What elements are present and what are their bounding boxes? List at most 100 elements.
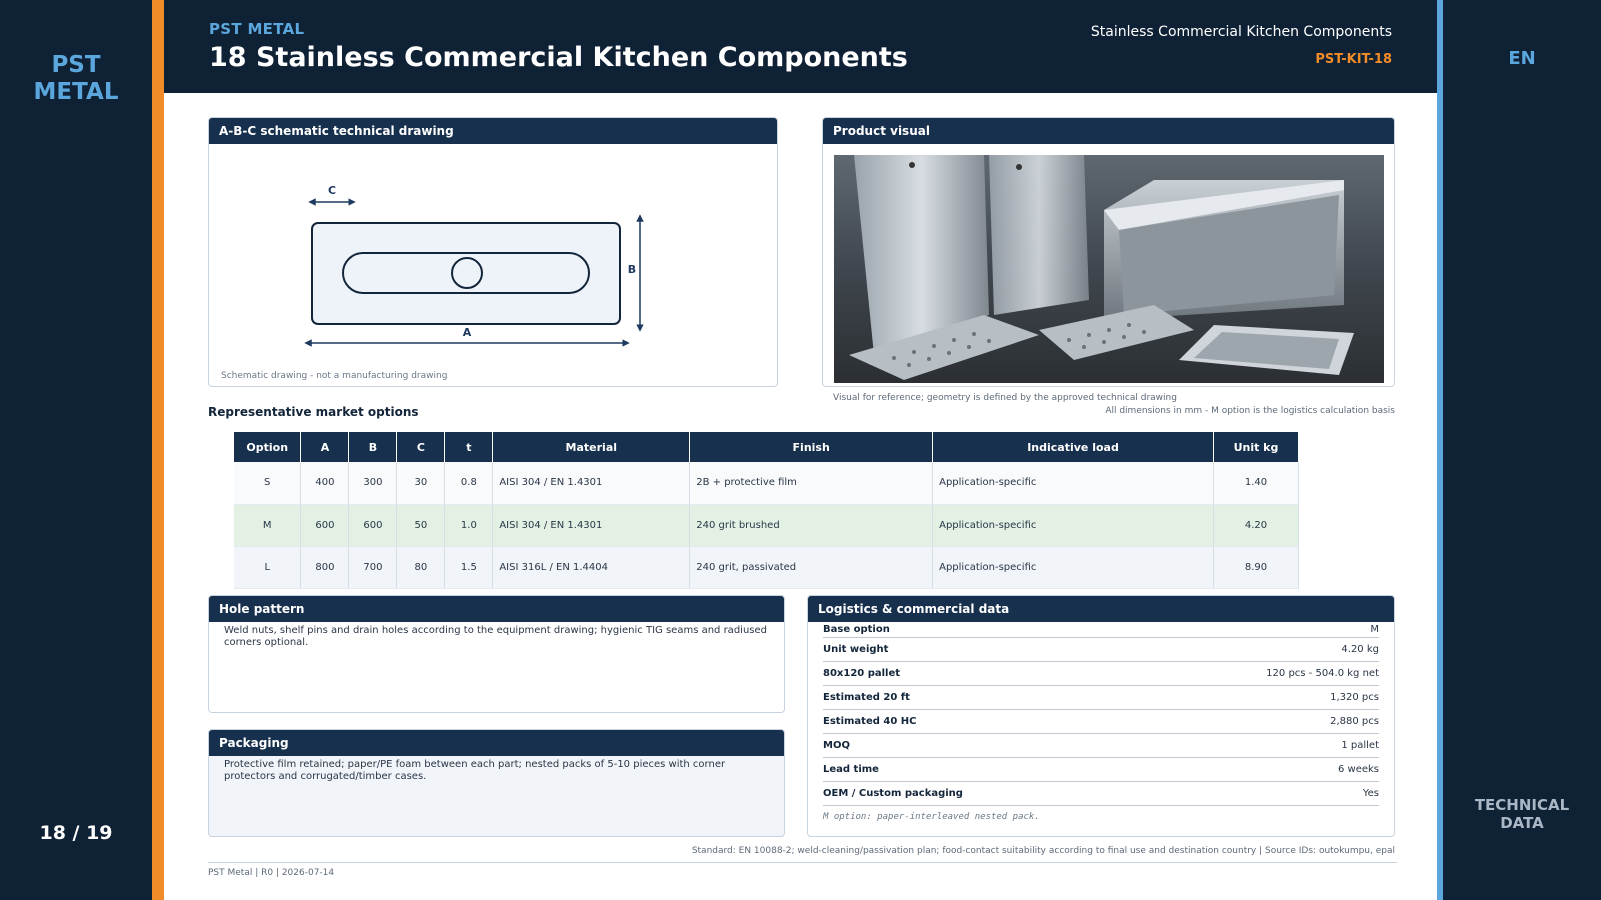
section-label: TECHNICAL DATA <box>1443 796 1601 832</box>
logistics-value: 2,880 pcs <box>1330 716 1379 727</box>
col-header-a: A <box>300 432 350 462</box>
right-sidebar <box>1443 0 1601 900</box>
logistics-value: Yes <box>1362 788 1379 799</box>
logistics-value: 120 pcs - 504.0 kg net <box>1266 668 1379 679</box>
logistics-row: OEM / Custom packaging Yes <box>823 782 1379 806</box>
visual-note: Visual for reference; geometry is define… <box>833 393 1177 403</box>
cell-c: 80 <box>396 546 446 589</box>
logistics-value: M <box>1370 624 1379 635</box>
logistics-key: OEM / Custom packaging <box>823 788 963 799</box>
product-photo-illustration <box>834 155 1384 383</box>
brand-logo: PST METAL <box>0 52 152 106</box>
col-header-material: Material <box>492 432 691 462</box>
product-code: PST-KIT-18 <box>1315 52 1392 67</box>
drawing-panel: A-B-C schematic technical drawing C B A … <box>208 117 778 387</box>
logistics-row: Base option M <box>823 622 1379 638</box>
brand-logo-line2: METAL <box>33 79 119 105</box>
hole-outline <box>451 257 483 289</box>
page-counter: 18 / 19 <box>39 822 113 844</box>
logistics-key: Lead time <box>823 764 879 775</box>
visual-panel-heading: Product visual <box>823 118 1394 144</box>
left-sidebar <box>0 0 152 900</box>
page-header: PST METAL 18 Stainless Commercial Kitche… <box>164 0 1437 93</box>
label-c: C <box>328 184 336 197</box>
section-label-line2: DATA <box>1500 814 1544 832</box>
footer-text: PST Metal | R0 | 2026-07-14 <box>208 868 335 878</box>
col-header-load: Indicative load <box>932 432 1214 462</box>
product-photo <box>834 155 1384 383</box>
cell-material: AISI 304 / EN 1.4301 <box>492 504 691 547</box>
cell-finish: 240 grit, passivated <box>689 546 934 589</box>
hole-pattern-heading: Hole pattern <box>209 596 784 622</box>
brand-logo-line1: PST <box>51 52 101 78</box>
options-header-row: Option A B C t Material Finish Indicativ… <box>234 432 1300 462</box>
standard-note: Standard: EN 10088-2; weld-cleaning/pass… <box>691 846 1395 856</box>
label-a: A <box>463 326 472 339</box>
logistics-row: MOQ 1 pallet <box>823 734 1379 758</box>
table-row: S 400 300 30 0.8 AISI 304 / EN 1.4301 2B… <box>234 462 1300 505</box>
cell-t: 1.0 <box>444 504 494 547</box>
cell-c: 30 <box>396 462 446 505</box>
cell-t: 1.5 <box>444 546 494 589</box>
logistics-panel: Logistics & commercial data Base option … <box>807 595 1395 837</box>
logistics-key: Estimated 40 HC <box>823 716 917 727</box>
logistics-key: 80x120 pallet <box>823 668 901 679</box>
packaging-text: Protective film retained; paper/PE foam … <box>224 759 726 782</box>
cell-unit-kg: 1.40 <box>1213 462 1300 505</box>
logistics-value: 4.20 kg <box>1341 644 1379 655</box>
cell-finish: 2B + protective film <box>689 462 934 505</box>
logistics-key: Base option <box>823 624 890 635</box>
logistics-row: Estimated 20 ft 1,320 pcs <box>823 686 1379 710</box>
logistics-value: 6 weeks <box>1337 764 1379 775</box>
drawing-panel-heading: A-B-C schematic technical drawing <box>209 118 777 144</box>
cell-load: Application-specific <box>932 462 1214 505</box>
cell-finish: 240 grit brushed <box>689 504 934 547</box>
logistics-note: M option: paper-interleaved nested pack. <box>823 812 1040 822</box>
cell-a: 600 <box>300 504 350 547</box>
packaging-panel: Packaging Protective film retained; pape… <box>208 729 785 837</box>
brand-label: PST METAL <box>209 20 305 38</box>
left-accent-stripe <box>152 0 164 900</box>
logistics-key: Estimated 20 ft <box>823 692 910 703</box>
page-title: 18 Stainless Commercial Kitchen Componen… <box>209 42 908 73</box>
cell-material: AISI 316L / EN 1.4404 <box>492 546 691 589</box>
col-header-t: t <box>444 432 494 462</box>
logistics-row: 80x120 pallet 120 pcs - 504.0 kg net <box>823 662 1379 686</box>
col-header-c: C <box>396 432 446 462</box>
cell-option: S <box>234 462 302 505</box>
logistics-row: Lead time 6 weeks <box>823 758 1379 782</box>
cell-b: 700 <box>348 546 398 589</box>
logistics-row: Estimated 40 HC 2,880 pcs <box>823 710 1379 734</box>
col-header-finish: Finish <box>689 432 934 462</box>
cell-b: 300 <box>348 462 398 505</box>
section-label-line1: TECHNICAL <box>1474 796 1570 814</box>
cell-unit-kg: 4.20 <box>1213 504 1300 547</box>
cell-unit-kg: 8.90 <box>1213 546 1300 589</box>
dimensions-note: All dimensions in mm - M option is the l… <box>1105 406 1395 416</box>
table-row: L 800 700 80 1.5 AISI 316L / EN 1.4404 2… <box>234 546 1300 589</box>
packaging-heading: Packaging <box>209 730 784 756</box>
language-badge[interactable]: EN <box>1443 48 1601 69</box>
cell-load: Application-specific <box>932 504 1214 547</box>
col-header-option: Option <box>234 432 302 462</box>
col-header-b: B <box>348 432 398 462</box>
content-area: A-B-C schematic technical drawing C B A … <box>164 93 1437 900</box>
drawing-note: Schematic drawing - not a manufacturing … <box>221 371 448 381</box>
header-subtitle: Stainless Commercial Kitchen Components <box>1090 24 1392 40</box>
options-title: Representative market options <box>208 405 419 419</box>
table-row: M 600 600 50 1.0 AISI 304 / EN 1.4301 24… <box>234 504 1300 547</box>
product-visual-panel: Product visual <box>822 117 1395 387</box>
logistics-heading: Logistics & commercial data <box>808 596 1394 622</box>
logistics-value: 1,320 pcs <box>1330 692 1379 703</box>
schematic-drawing: C B A <box>304 184 644 347</box>
footer-divider <box>208 862 1397 863</box>
cell-material: AISI 304 / EN 1.4301 <box>492 462 691 505</box>
cell-load: Application-specific <box>932 546 1214 589</box>
cell-a: 400 <box>300 462 350 505</box>
label-b: B <box>628 263 636 276</box>
logistics-row: Unit weight 4.20 kg <box>823 638 1379 662</box>
cell-option: L <box>234 546 302 589</box>
cell-t: 0.8 <box>444 462 494 505</box>
col-header-unit-kg: Unit kg <box>1213 432 1300 462</box>
options-table: Option A B C t Material Finish Indicativ… <box>234 432 1300 589</box>
